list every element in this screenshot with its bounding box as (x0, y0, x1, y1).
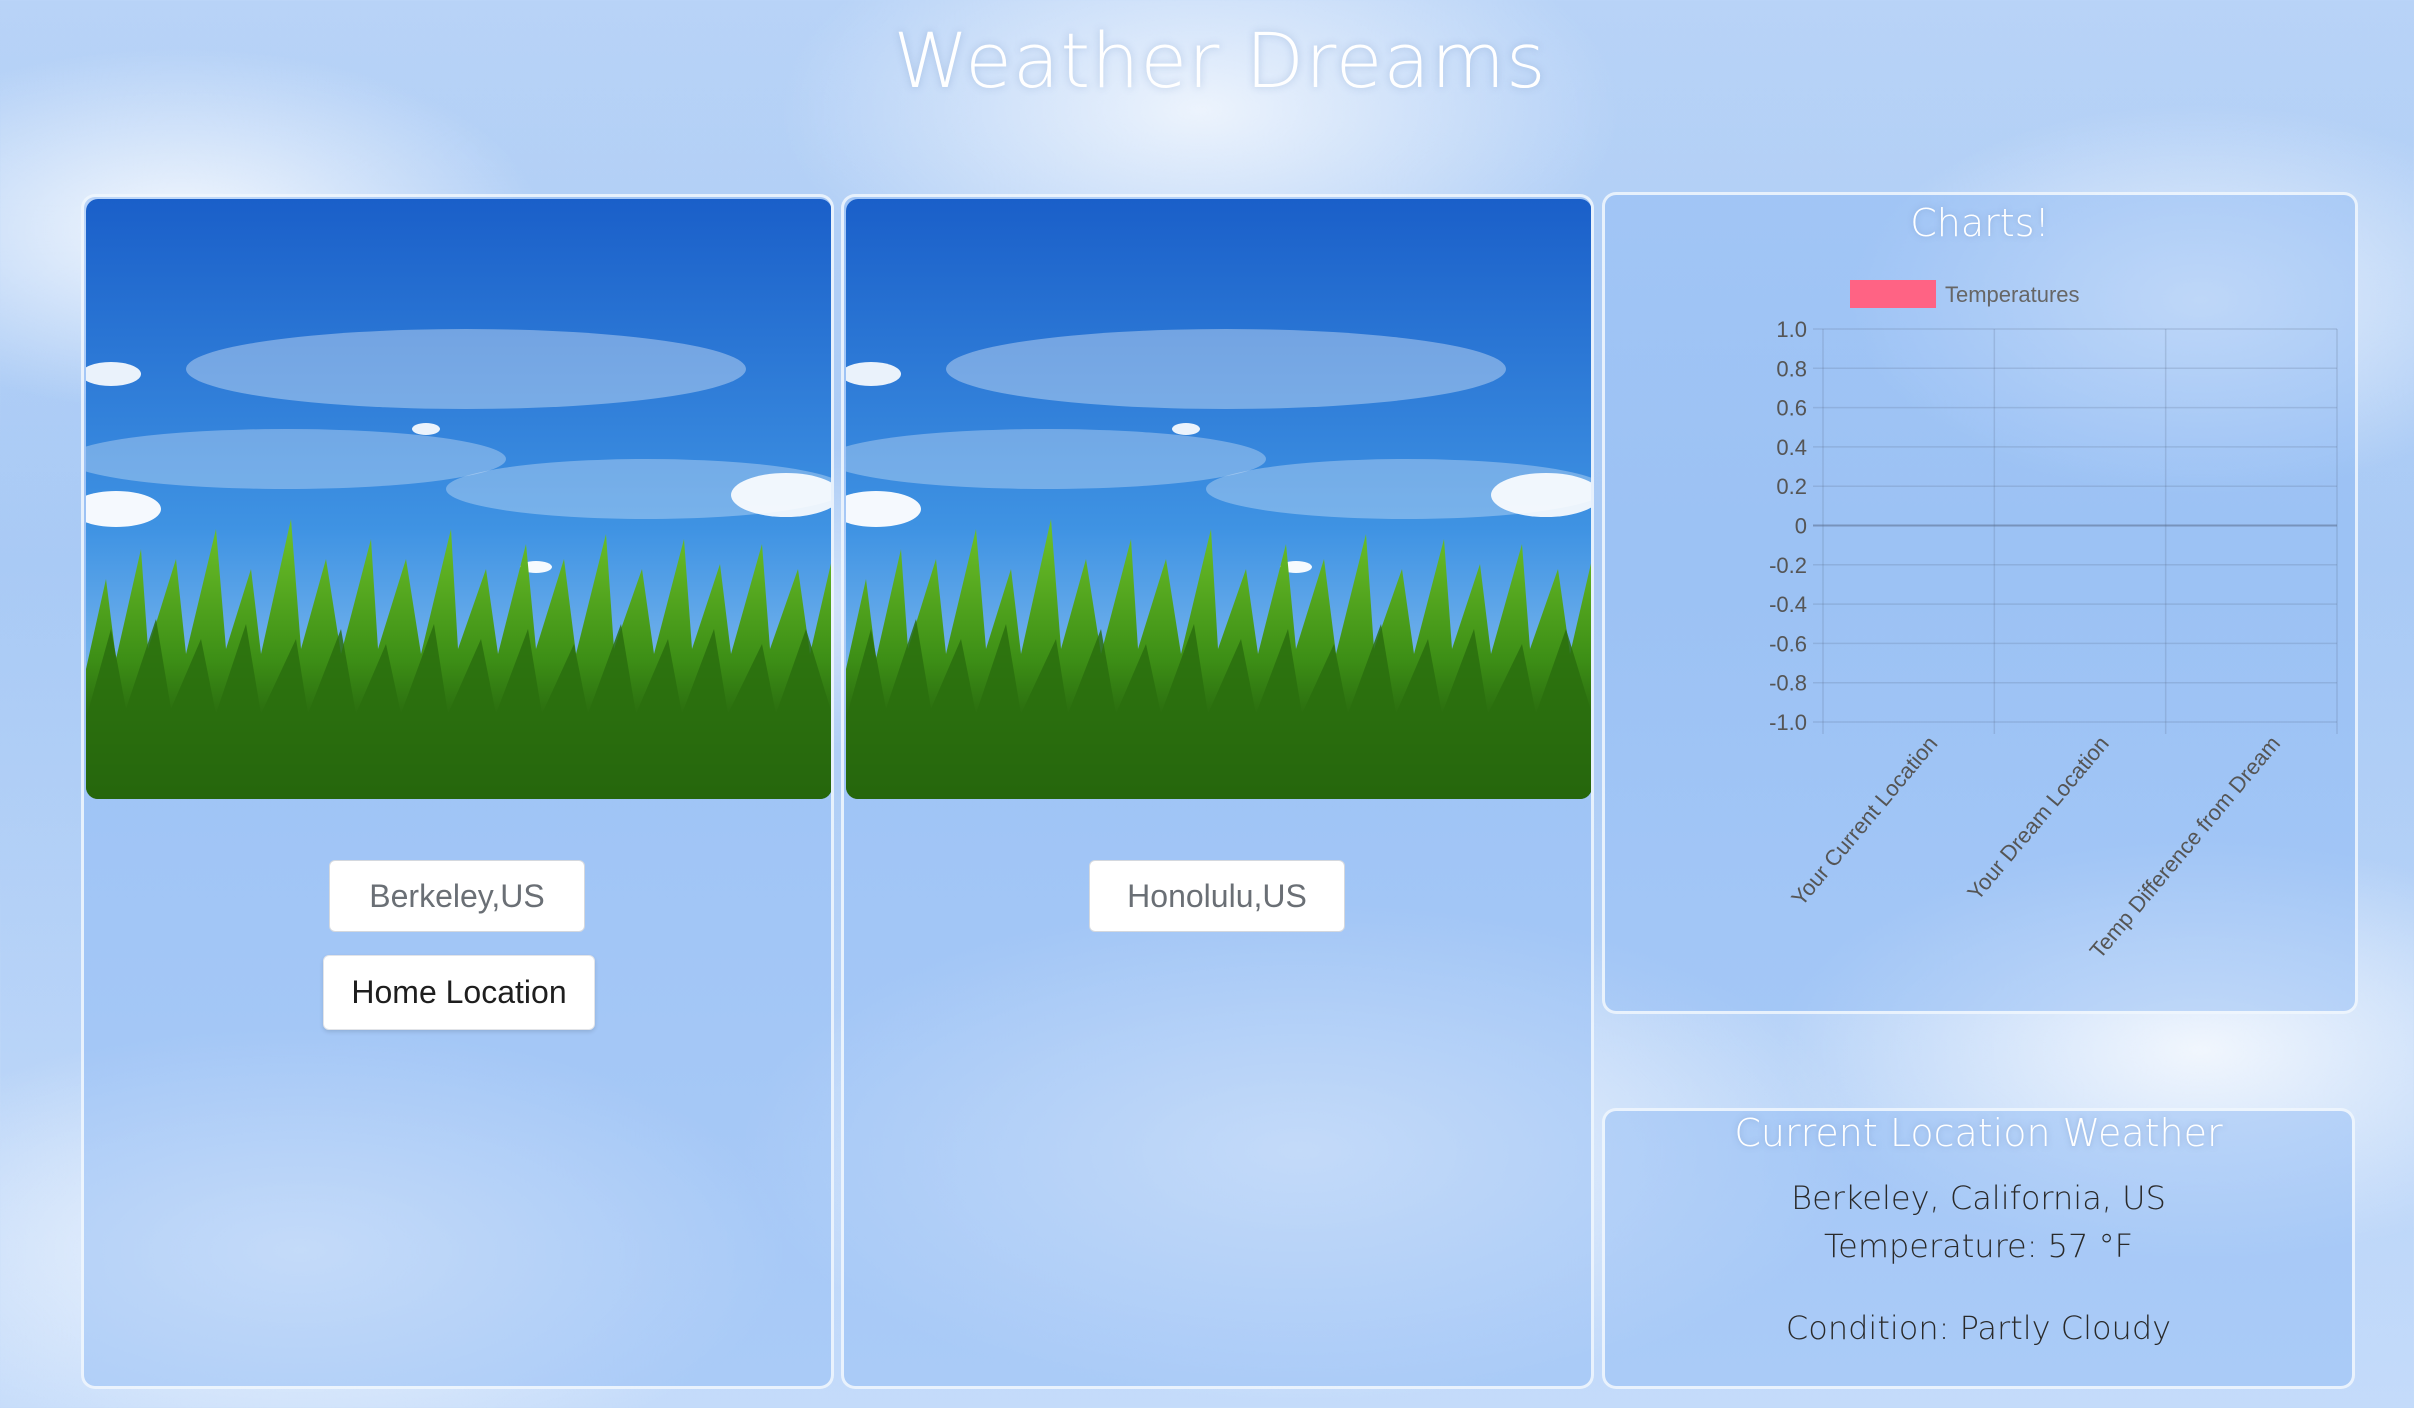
y-tick-label: 0.8 (1776, 356, 1807, 381)
y-tick-label: 0 (1795, 514, 1807, 539)
weather-temperature: Temperature: 57 °F (1824, 1227, 2133, 1265)
legend-label: Temperatures (1945, 282, 2080, 307)
charts-panel: Charts! Temperatures 1.0 0.8 0.6 0.4 0.2 0 -0.2… (1602, 192, 2358, 1014)
x-tick-label: Temp Difference from Dream (2085, 731, 2285, 963)
weather-condition: Condition: Partly Cloudy (1785, 1309, 2172, 1347)
home-landscape-image (86, 199, 831, 799)
x-tick-label: Your Dream Location (1962, 731, 2113, 905)
current-weather-panel: Current Location Weather Berkeley, Calif… (1602, 1108, 2355, 1389)
y-tick-label: -0.4 (1769, 592, 1807, 617)
y-tick-label: -0.8 (1769, 671, 1807, 696)
x-tick-label: Your Current Location (1786, 731, 1942, 910)
home-location-panel: Berkeley,US Home Location (81, 194, 834, 1389)
y-tick-label: 1.0 (1776, 317, 1807, 342)
weather-heading: Current Location Weather (1734, 1111, 2223, 1155)
y-tick-label: -0.2 (1769, 553, 1807, 578)
y-tick-label: -0.6 (1769, 631, 1807, 656)
page-title: Weather Dreams (893, 16, 1547, 105)
y-tick-label: 0.4 (1776, 435, 1807, 460)
dream-location-panel: Honolulu,US (841, 194, 1594, 1389)
home-city-input[interactable]: Berkeley,US (329, 860, 585, 932)
y-tick-label: 0.6 (1776, 396, 1807, 421)
temperature-chart: Temperatures 1.0 0.8 0.6 0.4 0.2 0 -0.2 -0.4 -0.6… (1769, 280, 2338, 963)
y-tick-label: -1.0 (1769, 710, 1807, 735)
dream-city-input[interactable]: Honolulu,US (1089, 860, 1345, 932)
home-location-button[interactable]: Home Location (323, 955, 595, 1030)
legend-swatch (1850, 280, 1936, 308)
weather-location: Berkeley, California, US (1791, 1179, 2166, 1217)
dream-landscape-image (846, 199, 1591, 799)
y-tick-label: 0.2 (1776, 474, 1807, 499)
